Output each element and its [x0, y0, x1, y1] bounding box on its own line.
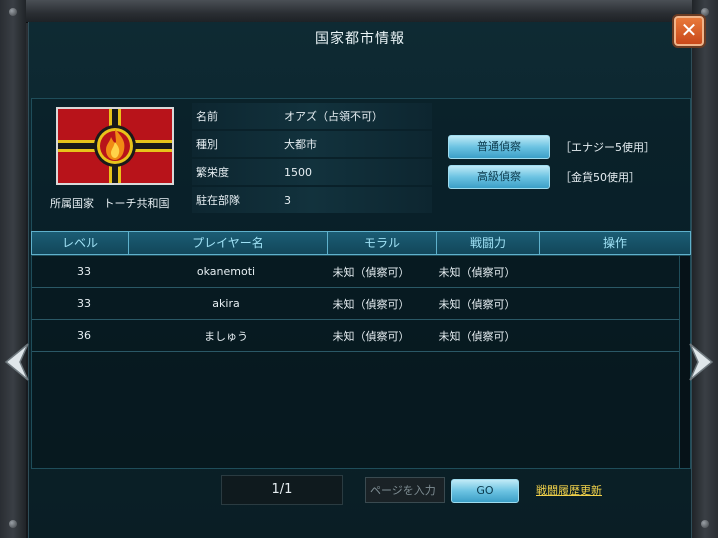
cell-level: 33 [77, 297, 91, 310]
normal-scout-cost: ［エナジー5使用］ [560, 141, 655, 154]
close-icon: ✕ [680, 18, 698, 42]
field-name-row: 名前 オアズ（占領不可） [192, 103, 432, 129]
field-value: 3 [284, 193, 291, 207]
window-title: 国家都市情報 [315, 31, 405, 47]
city-fields: 名前 オアズ（占領不可） 種別 大都市 繁栄度 1500 駐在部隊 3 [192, 103, 432, 215]
flag-emblem-icon [58, 109, 172, 183]
city-info-panel: 国家都市情報 所属国家 トーチ共和国 名前 オアズ（占領不可） 種別 大都市 繁… [28, 22, 692, 538]
field-value: オアズ（占領不可） [284, 110, 383, 123]
page-number-input[interactable] [365, 477, 445, 503]
cell-power: 未知（偵察可） [438, 329, 516, 343]
bolt-decoration [701, 520, 709, 528]
field-prosperity-row: 繁栄度 1500 [192, 159, 432, 185]
field-value: 1500 [284, 165, 312, 179]
cell-player: akira [212, 297, 240, 310]
field-key: 種別 [196, 138, 218, 151]
nation-name: トーチ共和国 [103, 197, 170, 210]
col-level: レベル [32, 232, 129, 254]
cell-morale: 未知（偵察可） [332, 297, 410, 311]
bolt-decoration [9, 520, 17, 528]
cell-player: ましゅう [204, 329, 248, 343]
chevron-right-icon[interactable] [686, 340, 718, 384]
table-row: 36 ましゅう 未知（偵察可） 未知（偵察可） [32, 320, 690, 352]
col-power: 戦闘力 [437, 232, 540, 254]
go-button[interactable]: GO [451, 479, 519, 503]
chevron-left-icon[interactable] [0, 340, 32, 384]
field-key: 繁栄度 [196, 166, 229, 179]
cell-morale: 未知（偵察可） [332, 329, 410, 343]
bolt-decoration [701, 8, 709, 16]
col-action: 操作 [602, 236, 627, 250]
frame-left-edge [0, 0, 26, 538]
table-row: 33 okanemoti 未知（偵察可） 未知（偵察可） [32, 256, 690, 288]
players-table-header: レベル プレイヤー名 モラル 戦闘力 操作 [31, 231, 691, 255]
table-row: 33 akira 未知（偵察可） 未知（偵察可） [32, 288, 690, 320]
page-indicator: 1/1 [221, 475, 343, 505]
nation-flag [56, 107, 174, 185]
cell-power: 未知（偵察可） [438, 297, 516, 311]
players-table-body: 33 okanemoti 未知（偵察可） 未知（偵察可） 33 akira 未知… [31, 255, 691, 469]
frame-right-edge [692, 0, 718, 538]
field-value: 大都市 [284, 138, 317, 151]
cell-player: okanemoti [196, 265, 256, 278]
frame-top-bar [0, 0, 718, 23]
normal-scout-button[interactable]: 普通偵察 [448, 135, 550, 159]
col-player-name: プレイヤー名 [129, 232, 328, 254]
close-button[interactable]: ✕ [674, 16, 704, 46]
cell-power: 未知（偵察可） [438, 265, 516, 279]
cell-level: 33 [77, 265, 91, 278]
advanced-scout-cost: ［金貨50使用］ [560, 171, 640, 184]
col-morale: モラル [328, 232, 437, 254]
cell-morale: 未知（偵察可） [332, 265, 410, 279]
advanced-scout-button[interactable]: 高級偵察 [448, 165, 550, 189]
battle-history-refresh-link[interactable]: 戦闘履歴更新 [536, 482, 602, 498]
cell-level: 36 [77, 329, 91, 342]
nation-caption: 所属国家 トーチ共和国 [50, 195, 190, 211]
bolt-decoration [9, 8, 17, 16]
nation-label: 所属国家 [50, 197, 94, 210]
city-info-box: 所属国家 トーチ共和国 名前 オアズ（占領不可） 種別 大都市 繁栄度 1500… [31, 98, 691, 242]
field-garrison-row: 駐在部隊 3 [192, 187, 432, 213]
field-key: 駐在部隊 [196, 194, 240, 207]
field-key: 名前 [196, 110, 218, 123]
field-type-row: 種別 大都市 [192, 131, 432, 157]
